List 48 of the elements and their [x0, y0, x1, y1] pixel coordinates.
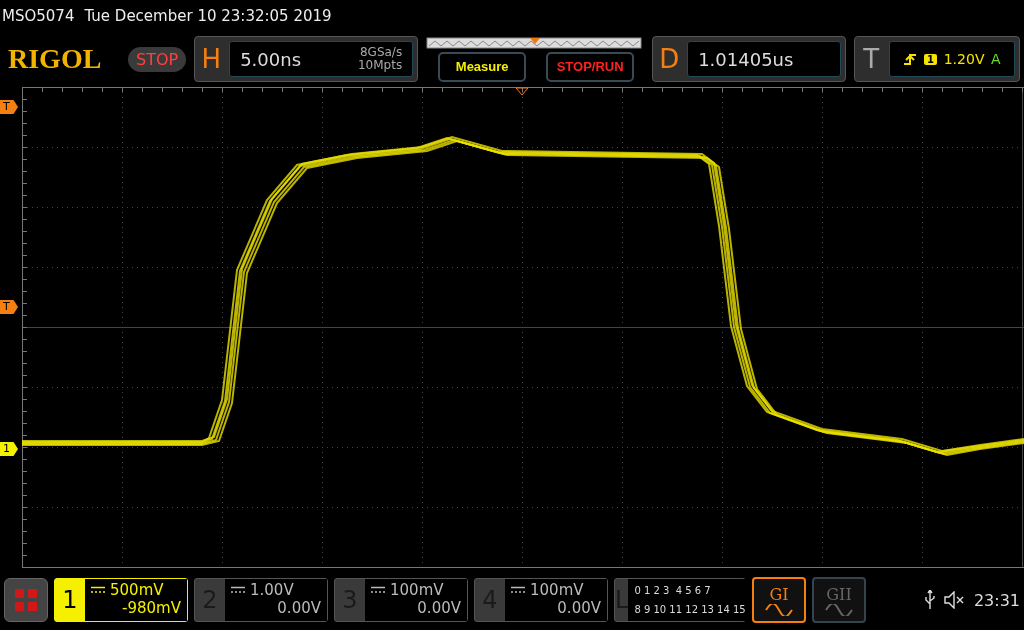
dc-coupling-icon: [231, 586, 245, 594]
dc-coupling-icon: [371, 586, 385, 594]
channel-scale: 500mV: [110, 581, 164, 599]
menu-button[interactable]: [4, 578, 48, 622]
generator-button[interactable]: GI: [752, 577, 806, 623]
channel-offset: -980mV: [122, 599, 181, 617]
dc-coupling-icon: [511, 586, 525, 594]
delay-panel[interactable]: D 1.01405us: [652, 36, 847, 82]
grid-icon: [14, 588, 38, 612]
speaker-muted-icon: [943, 591, 966, 609]
trigger-position-marker[interactable]: T: [0, 100, 18, 114]
trigger-level-marker[interactable]: T: [0, 300, 18, 314]
horizontal-panel[interactable]: H 5.00ns 8GSa/s 10Mpts: [194, 36, 419, 82]
trigger-point-marker: [515, 87, 529, 96]
run-state-badge: STOP: [128, 46, 187, 72]
trigger-source: 1: [924, 53, 938, 65]
rising-edge-icon: [903, 52, 918, 66]
logic-channels: 0 1 2 3 4 5 6 7: [634, 585, 712, 596]
channel-offset: 0.00V: [277, 599, 321, 617]
channel-scale: 100mV: [530, 581, 584, 599]
clock-time: 23:31: [973, 590, 1020, 610]
date-time: Tue December 10 23:32:05 2019: [84, 7, 332, 25]
trigger-label: T: [862, 44, 881, 74]
logic-channels: 8 9 10 11 12 13 14 15: [634, 604, 746, 615]
channel-offset: 0.00V: [417, 599, 461, 617]
channel-scale: 100mV: [390, 581, 444, 599]
logo: RIGOL: [8, 43, 103, 75]
stop-run-button[interactable]: STOP/RUN: [546, 51, 635, 82]
memory-depth: 10Mpts: [357, 59, 403, 72]
timebase-value: 5.00ns: [240, 48, 302, 70]
delay-label: D: [658, 44, 681, 74]
usb-icon: [923, 590, 936, 610]
model-name: MSO5074: [2, 7, 75, 25]
channel-scale: 1.00V: [250, 581, 294, 599]
trigger-level: 1.20V: [943, 51, 985, 67]
horizontal-label: H: [200, 44, 222, 74]
sample-rate: 8GSa/s: [359, 46, 403, 59]
sine-wave-icon: [764, 603, 794, 616]
channel-offset-marker[interactable]: 1: [0, 442, 18, 456]
trigger-panel[interactable]: T 1 1.20V A: [854, 36, 1020, 82]
channel-panel[interactable]: 1 500mV -980mV: [54, 578, 188, 622]
channel-offset: 0.00V: [557, 599, 601, 617]
sine-wave-icon: [824, 603, 854, 616]
trigger-mode: A: [991, 51, 1001, 67]
dc-coupling-icon: [91, 586, 105, 594]
channel-number: 1: [61, 585, 79, 616]
measure-button[interactable]: Measure: [438, 51, 527, 82]
delay-value: 1.01405us: [698, 48, 794, 70]
